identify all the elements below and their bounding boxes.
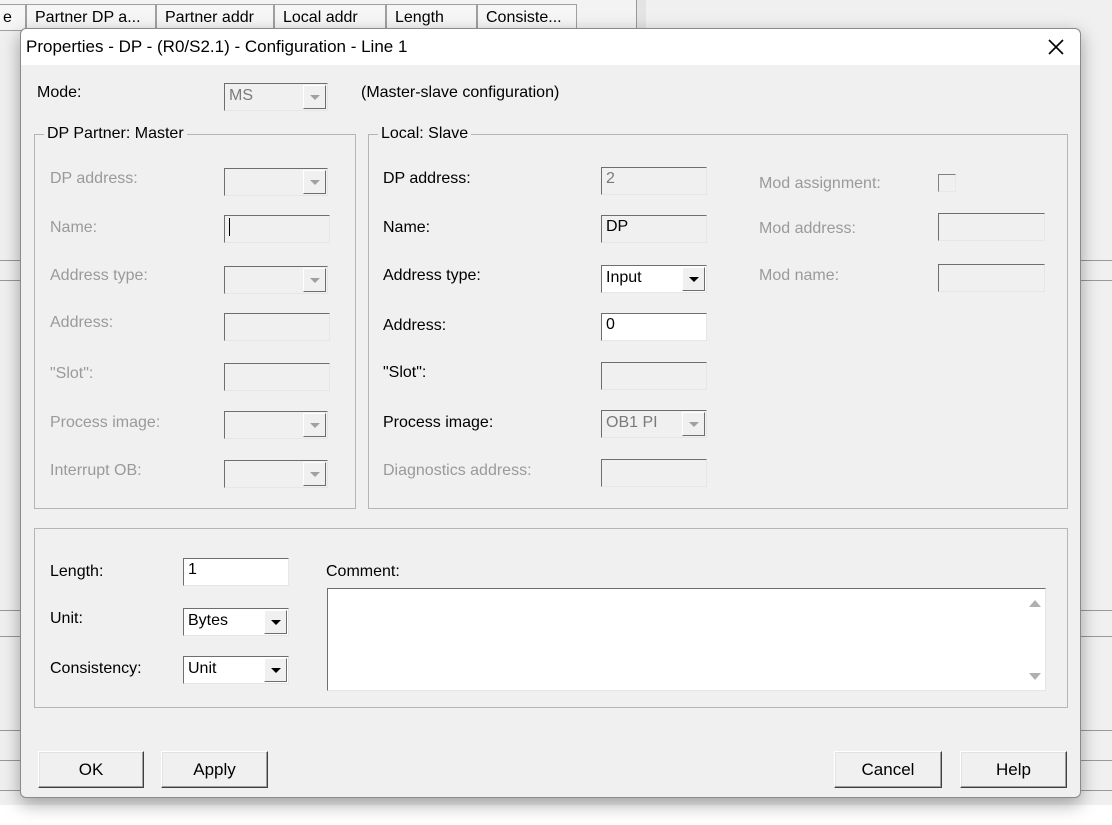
consistency-select[interactable]: Unit [183, 656, 289, 684]
text-caret [229, 218, 230, 236]
partner-slot-field [224, 363, 330, 391]
background-strip [0, 805, 1112, 825]
partner-address-field [224, 313, 330, 341]
mod-assignment-label: Mod assignment: [759, 175, 881, 192]
close-icon [1048, 39, 1064, 55]
cancel-button[interactable]: Cancel [834, 751, 942, 788]
comment-label: Comment: [326, 563, 400, 580]
length-input[interactable]: 1 [183, 558, 289, 586]
scroll-down-icon[interactable] [1029, 673, 1041, 681]
title-bar: Properties - DP - (R0/S2.1) - Configurat… [21, 29, 1080, 65]
local-dp-address-label: DP address: [383, 170, 471, 187]
window-divider [636, 0, 646, 30]
chevron-down-icon [310, 278, 320, 283]
mode-description: (Master-slave configuration) [361, 84, 560, 101]
chevron-down-icon [310, 95, 320, 100]
column-header-partner-dp-address[interactable]: Partner DP a... [26, 4, 156, 31]
local-address-type-value: Input [606, 269, 642, 286]
partner-dp-address-select [224, 168, 328, 196]
mod-name-field [938, 264, 1045, 292]
partner-group-legend: DP Partner: Master [44, 125, 187, 143]
properties-dialog: Properties - DP - (R0/S2.1) - Configurat… [20, 28, 1081, 798]
dropdown-button[interactable] [264, 610, 287, 634]
dropdown-button[interactable] [264, 658, 287, 682]
unit-label: Unit: [50, 610, 83, 627]
local-name-label: Name: [383, 219, 431, 236]
chevron-down-icon [271, 668, 281, 673]
dropdown-button [682, 412, 705, 436]
local-dp-address-field: 2 [601, 167, 707, 195]
chevron-down-icon [689, 277, 699, 282]
partner-process-image-label: Process image: [50, 414, 161, 431]
scroll-up-icon[interactable] [1029, 599, 1041, 607]
help-button[interactable]: Help [960, 751, 1067, 788]
dropdown-button [303, 268, 326, 292]
partner-interrupt-ob-select [224, 460, 328, 488]
length-label: Length: [50, 563, 104, 580]
local-address-input[interactable]: 0 [601, 313, 707, 341]
local-address-type-label: Address type: [383, 267, 481, 284]
mode-label: Mode: [37, 84, 82, 101]
comment-textarea[interactable] [327, 588, 1046, 691]
chevron-down-icon [310, 180, 320, 185]
chevron-down-icon [271, 620, 281, 625]
apply-button[interactable]: Apply [161, 751, 268, 788]
dialog-title: Properties - DP - (R0/S2.1) - Configurat… [26, 37, 408, 56]
mod-assignment-checkbox [938, 174, 956, 192]
dropdown-button [303, 85, 326, 109]
mode-value: MS [229, 87, 253, 104]
close-button[interactable] [1044, 35, 1068, 59]
dropdown-button[interactable] [682, 267, 705, 291]
ok-button[interactable]: OK [38, 751, 144, 788]
chevron-down-icon [689, 422, 699, 427]
unit-value: Bytes [188, 612, 229, 629]
unit-select[interactable]: Bytes [183, 608, 289, 636]
mod-address-field [938, 213, 1045, 241]
partner-name-label: Name: [50, 219, 98, 236]
column-header-partner-addr[interactable]: Partner addr [156, 4, 274, 31]
partner-process-image-select [224, 411, 328, 439]
local-slot-label: "Slot": [383, 364, 427, 381]
column-header-length[interactable]: Length [386, 4, 477, 31]
local-slot-field [601, 362, 707, 390]
consistency-value: Unit [188, 660, 217, 677]
dropdown-button [303, 413, 326, 437]
column-header[interactable]: e [0, 4, 26, 31]
local-address-type-select[interactable]: Input [601, 265, 707, 293]
mod-name-label: Mod name: [759, 267, 840, 284]
local-diagnostics-address-field [601, 459, 707, 487]
partner-address-label: Address: [50, 314, 114, 331]
local-diagnostics-address-label: Diagnostics address: [383, 462, 532, 479]
local-group-legend: Local: Slave [378, 125, 472, 143]
partner-name-field [224, 215, 330, 243]
dropdown-button [303, 170, 326, 194]
local-process-image-label: Process image: [383, 414, 494, 431]
chevron-down-icon [310, 423, 320, 428]
partner-address-type-select [224, 266, 328, 294]
table-header: e Partner DP a... Partner addr Local add… [0, 0, 640, 31]
mode-select: MS [224, 83, 328, 111]
local-process-image-value: OB1 PI [606, 414, 658, 431]
local-name-field: DP [601, 215, 707, 243]
consistency-label: Consistency: [50, 660, 142, 677]
chevron-down-icon [310, 472, 320, 477]
local-process-image-select: OB1 PI [601, 410, 707, 438]
comment-scrollbar[interactable] [1025, 589, 1045, 690]
mod-address-label: Mod address: [759, 220, 856, 237]
local-address-label: Address: [383, 317, 447, 334]
partner-address-type-label: Address type: [50, 267, 148, 284]
column-header-consistency[interactable]: Consiste... [477, 4, 577, 31]
partner-interrupt-ob-label: Interrupt OB: [50, 462, 142, 479]
column-header-local-addr[interactable]: Local addr [274, 4, 386, 31]
partner-dp-address-label: DP address: [50, 170, 138, 187]
local-group: Local: Slave [368, 125, 1068, 509]
dropdown-button [303, 462, 326, 486]
partner-slot-label: "Slot": [50, 365, 94, 382]
